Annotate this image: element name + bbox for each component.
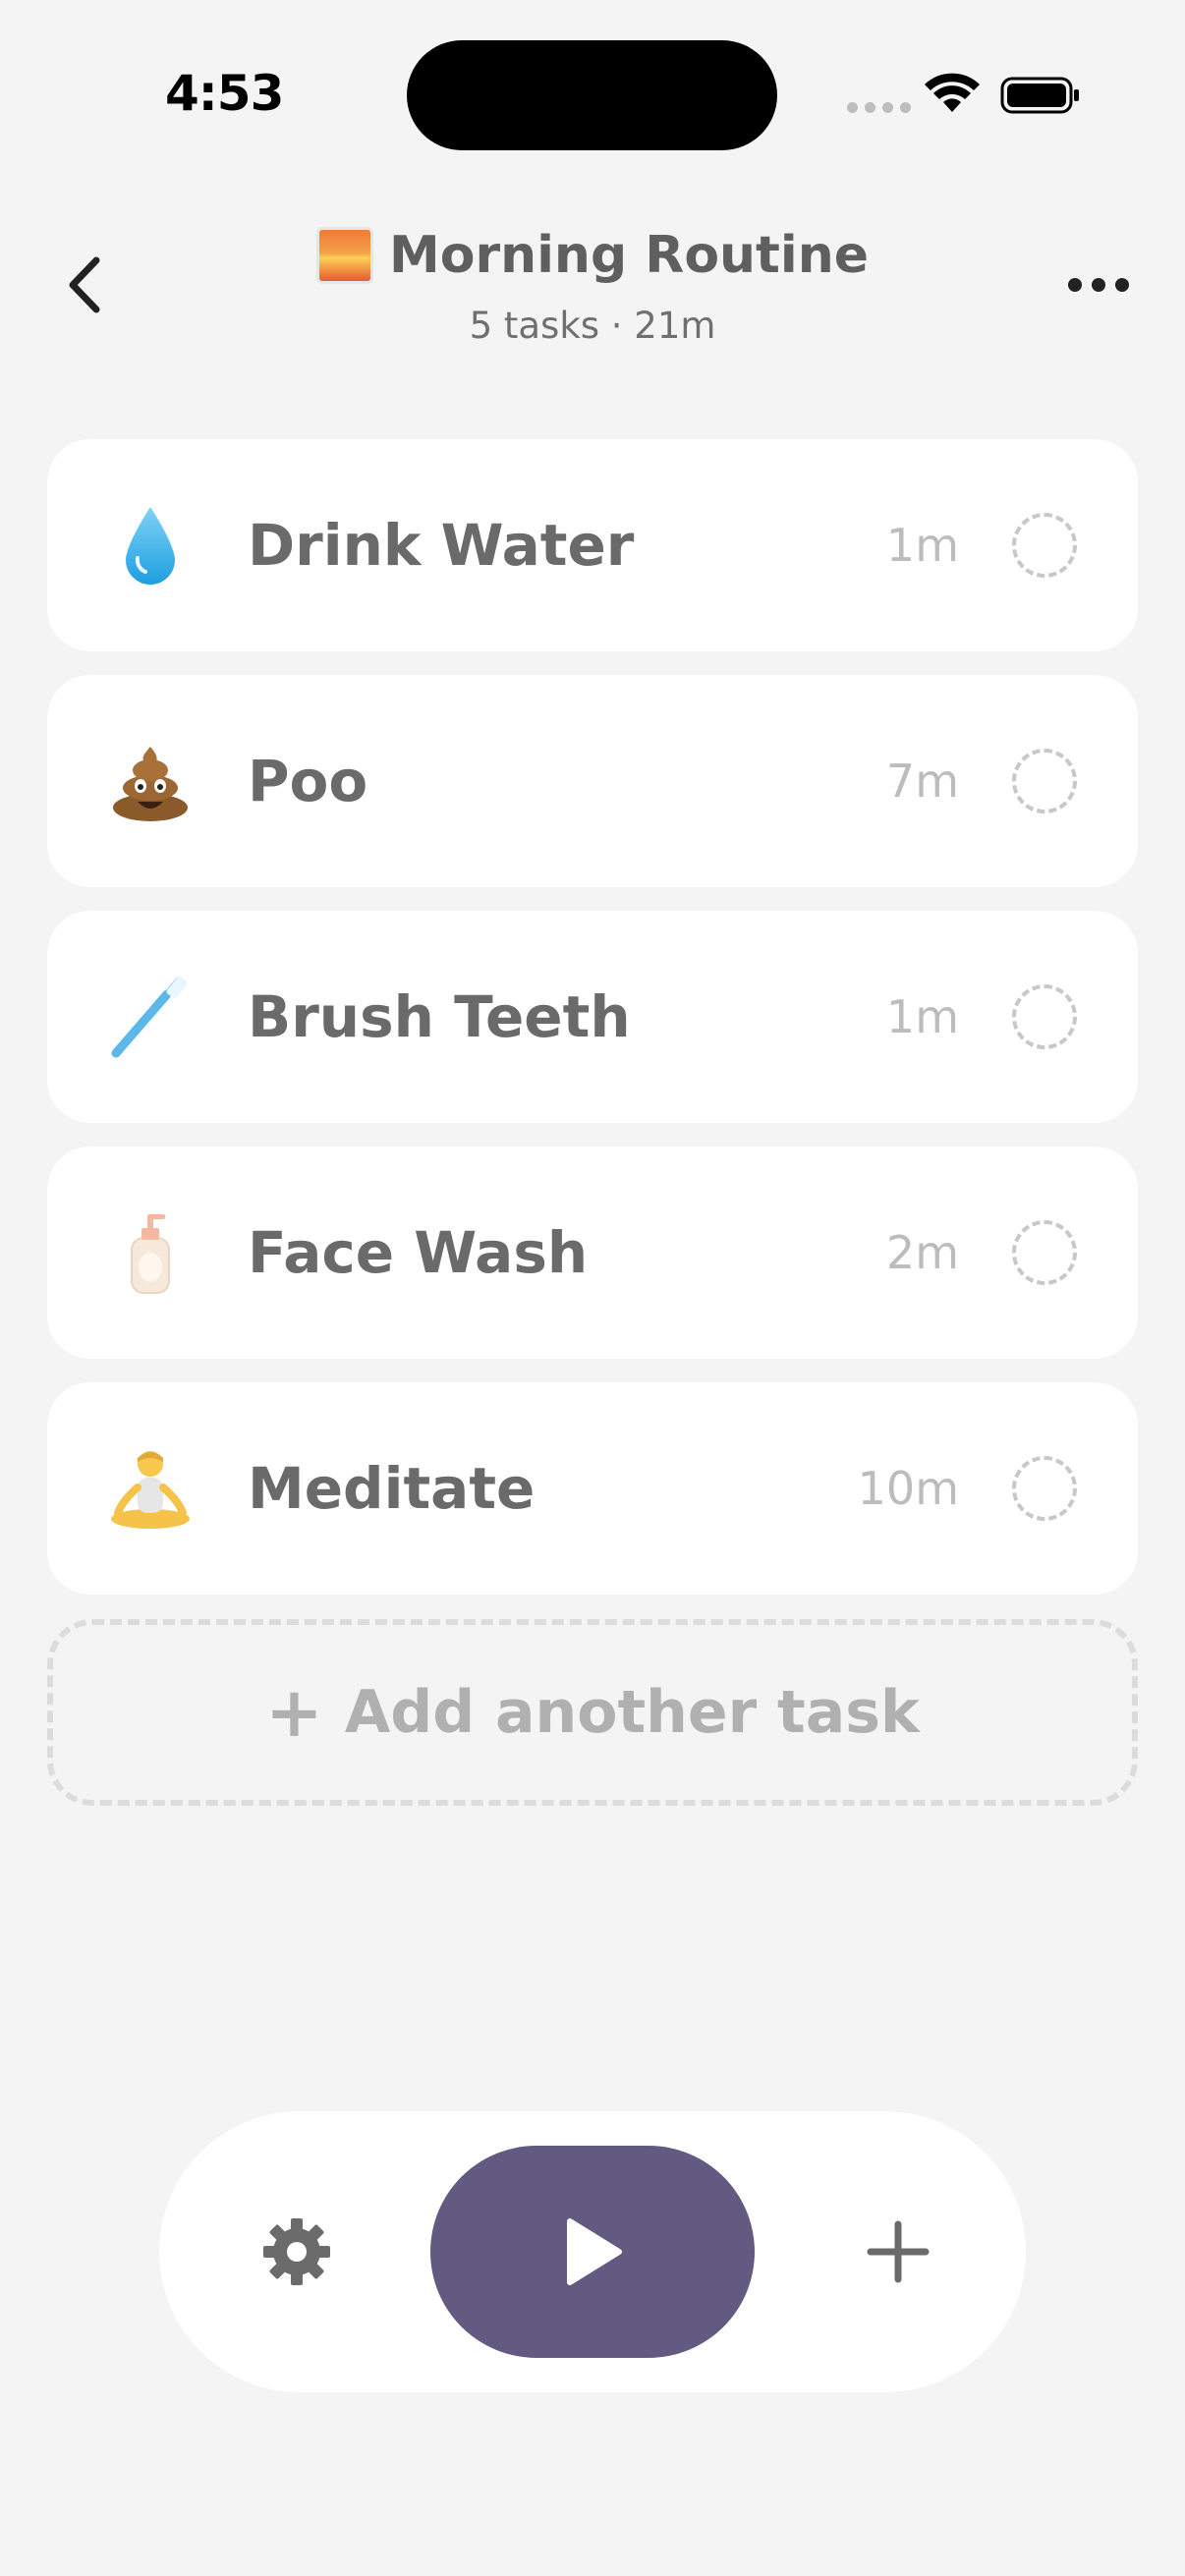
lotion-bottle-icon bbox=[106, 1208, 195, 1297]
task-name: Brush Teeth bbox=[248, 983, 631, 1050]
header-title-row: Morning Routine bbox=[0, 226, 1185, 285]
task-name: Poo bbox=[248, 748, 368, 814]
plus-icon: + bbox=[265, 1672, 323, 1753]
meditating-person-icon bbox=[106, 1444, 195, 1533]
pile-of-poo-icon bbox=[106, 737, 195, 825]
toothbrush-icon bbox=[106, 973, 195, 1061]
dynamic-island bbox=[407, 40, 777, 150]
task-duration: 7m bbox=[885, 755, 959, 808]
battery-icon bbox=[1000, 77, 1079, 114]
play-icon bbox=[567, 2218, 622, 2285]
task-complete-toggle[interactable] bbox=[1012, 984, 1077, 1049]
task-complete-toggle[interactable] bbox=[1012, 749, 1077, 813]
play-button[interactable] bbox=[430, 2146, 755, 2358]
wifi-icon bbox=[925, 73, 980, 112]
task-complete-toggle[interactable] bbox=[1012, 513, 1077, 578]
task-name: Drink Water bbox=[248, 512, 635, 579]
task-name: Face Wash bbox=[248, 1219, 589, 1286]
task-duration: 2m bbox=[885, 1226, 959, 1279]
task-duration: 1m bbox=[885, 519, 959, 572]
gear-icon[interactable] bbox=[261, 2216, 332, 2287]
task-card[interactable]: Brush Teeth 1m bbox=[47, 911, 1138, 1123]
droplet-icon bbox=[106, 501, 195, 589]
task-card[interactable]: Poo 7m bbox=[47, 675, 1138, 887]
bottom-control-bar bbox=[159, 2111, 1026, 2392]
more-options-button[interactable] bbox=[1063, 265, 1134, 305]
routine-screen: 4:53 Morning Routine 5 tasks · 21m Drink… bbox=[0, 0, 1185, 2576]
task-card[interactable]: Meditate 10m bbox=[47, 1382, 1138, 1595]
task-complete-toggle[interactable] bbox=[1012, 1456, 1077, 1521]
task-name: Meditate bbox=[248, 1455, 536, 1522]
task-card[interactable]: Face Wash 2m bbox=[47, 1147, 1138, 1359]
cellular-signal-icon bbox=[847, 102, 911, 113]
task-duration: 1m bbox=[885, 990, 959, 1043]
task-complete-toggle[interactable] bbox=[1012, 1220, 1077, 1285]
task-card[interactable]: Drink Water 1m bbox=[47, 439, 1138, 651]
task-duration: 10m bbox=[857, 1462, 959, 1515]
routine-summary: 5 tasks · 21m bbox=[469, 305, 716, 347]
add-task-button[interactable]: + Add another task bbox=[47, 1619, 1138, 1806]
add-task-label: Add another task bbox=[344, 1678, 920, 1747]
status-time: 4:53 bbox=[165, 65, 284, 122]
page-title: Morning Routine bbox=[388, 226, 870, 285]
task-list: Drink Water 1m Poo 7m Brush Teeth 1m Fac… bbox=[47, 439, 1138, 1618]
sunrise-icon bbox=[315, 227, 373, 284]
plus-icon[interactable] bbox=[865, 2218, 931, 2285]
